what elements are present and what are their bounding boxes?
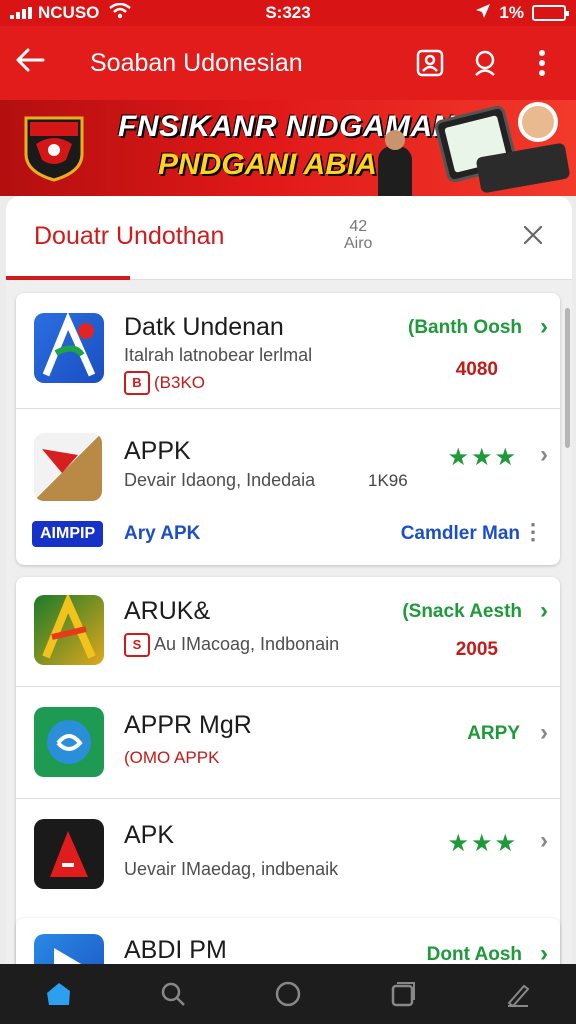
banner-subheadline: PNDGANI ABIA [158,148,377,181]
location-arrow-icon [475,3,491,24]
app-code-text: (B3KO [154,372,206,392]
chevron-right-icon: › [540,940,548,964]
pencil-icon [507,984,530,1008]
rating-stars: ★★★ [447,444,518,471]
apk-pill-badge: AIMPIP [32,521,104,547]
app-name: APK [124,821,175,849]
more-vertical-icon [539,50,545,76]
app-row[interactable]: ARUK& S Au IMacoag, Indbonain (Snack Aest… [16,577,560,687]
battery-percent: 1% [499,3,524,22]
app-row[interactable]: Datk Undenan Italrah latnobear lerlmal B… [16,293,560,409]
circle-icon [275,981,301,1007]
app-row[interactable]: APPK Devair Idaong, Indedaia 1K96 ★★★ › … [16,409,560,565]
page-title: Soaban Udonesian [90,48,303,77]
app-icon [34,433,102,501]
app-list-card: Datk Undenan Italrah latnobear lerlmal B… [16,293,560,565]
battery-icon [532,5,569,21]
square-icon [391,982,416,1007]
more-options-button[interactable] [514,35,570,91]
app-list-card: ARUK& S Au IMacoag, Indbonain (Snack Aest… [16,577,560,964]
search-icon [475,50,495,76]
app-action-link[interactable]: ARPY [467,723,520,745]
app-name: Datk Undenan [124,313,284,341]
app-icon [34,313,104,383]
chevron-right-icon: › [540,719,548,746]
app-action-link[interactable]: (Banth Oosh [408,317,522,339]
sheet-mid-label: 42 Airo [344,218,372,252]
app-row[interactable]: APK Uevair IMaedag, indbenaik ★★★ › [16,799,560,909]
nav-square-button[interactable] [375,970,431,1018]
tab-indicator [6,276,130,280]
download-sheet: Douatr Undothan 42 Airo Datk Undenan Ita… [6,196,572,964]
nav-edit-button[interactable] [490,970,546,1018]
app-icon [34,819,104,889]
nav-circle-button[interactable] [260,970,316,1018]
app-code: (OMO APPK [124,747,219,768]
app-list-card: ABDI PM Dont Aosh › [16,918,560,964]
sheet-header: Douatr Undothan 42 Airo [6,196,572,280]
app-badge: S [124,633,150,657]
app-count: 2005 [455,639,498,660]
app-icon [34,934,104,964]
app-name: ARUK& [124,597,211,625]
chevron-right-icon: › [540,597,548,624]
profile-card-icon [416,49,444,77]
apk-label[interactable]: Ary APK [124,523,200,545]
app-name: APPK [124,437,191,465]
sheet-mid-label-bottom: Airo [344,235,373,252]
app-bar: Soaban Udonesian [0,26,576,100]
profile-card-button[interactable] [402,35,458,91]
app-subtitle: S Au IMacoag, Indbonain [124,633,339,657]
close-button[interactable] [516,218,550,252]
banner-person-image [378,130,412,196]
manager-link[interactable]: Camdler Man [401,523,520,545]
home-icon [46,983,70,1005]
chevron-right-icon: › [540,313,548,340]
app-badge: B [124,371,150,395]
app-size: 1K96 [368,471,408,490]
app-action-link[interactable]: (Snack Aesth [402,601,522,623]
chevron-right-icon: › [540,827,548,854]
app-code-text: (OMO APPK [124,748,220,767]
app-icon [34,595,104,665]
bottom-navigation [0,964,576,1024]
app-subtitle: Italrah latnobear lerlmal [124,345,313,365]
app-icon [34,707,104,777]
app-code: B (B3KO [124,371,205,395]
nav-search-button[interactable] [145,970,201,1018]
rating-stars: ★★★ [447,830,518,857]
app-count: 4080 [455,359,498,380]
tab-download[interactable]: Douatr Undothan [34,222,224,251]
app-row[interactable]: ABDI PM Dont Aosh › [16,918,560,964]
nav-home-button[interactable] [30,970,86,1018]
sheet-mid-label-top: 42 [349,218,368,235]
scrollbar[interactable] [565,308,570,448]
app-name: ABDI PM [124,936,227,964]
app-row[interactable]: APPR MgR (OMO APPK ARPY › [16,687,560,799]
status-bar: NCUSO S:323 1% [0,0,576,26]
search-icon [161,982,185,1006]
more-vertical-icon[interactable]: ⋮ [522,519,544,545]
app-action-link[interactable]: Dont Aosh [427,944,522,964]
chevron-right-icon: › [540,441,548,468]
back-button[interactable] [0,47,60,79]
app-subtitle: Uevair IMaedag, indbenaik [124,859,339,879]
close-icon [523,225,543,245]
app-name: APPR MgR [124,711,252,739]
app-subtitle-text: Au IMacoag, Indbonain [154,633,340,654]
garuda-emblem-icon [24,116,84,182]
app-subtitle: Devair Idaong, Indedaia [124,470,316,490]
search-button[interactable] [458,35,514,91]
arrow-left-icon [16,48,45,72]
banner-person-image [518,102,558,142]
promo-banner[interactable]: FNSIKANR NIDGAMAN PNDGANI ABIA [0,100,576,196]
